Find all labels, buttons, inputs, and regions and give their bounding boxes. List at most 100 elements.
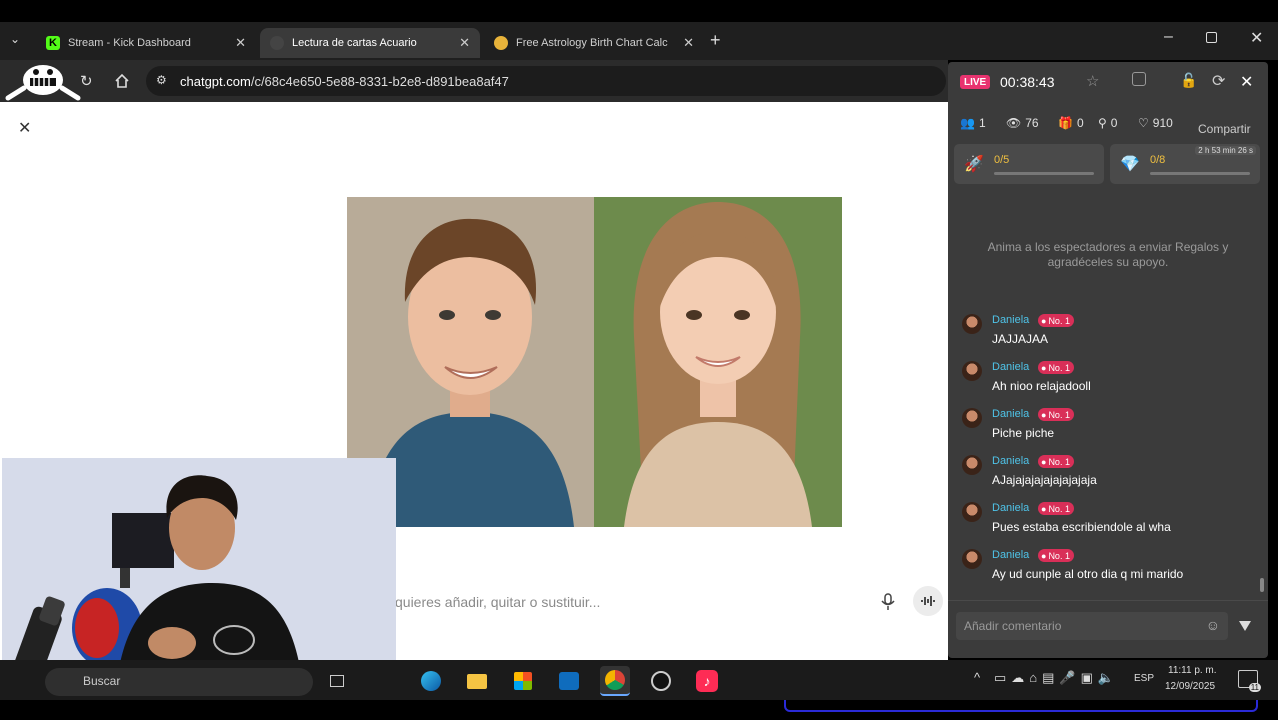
avatar[interactable]: [962, 549, 982, 569]
close-icon[interactable]: ✕: [18, 118, 31, 138]
rank-badge: ● No. 1: [1038, 502, 1074, 515]
outlook-icon[interactable]: [554, 666, 584, 696]
tab-lectura-cartas[interactable]: Lectura de cartas Acuario ✕: [260, 28, 480, 58]
tab-title: Stream - Kick Dashboard: [68, 37, 191, 49]
gift-icon: 🎁: [1058, 116, 1073, 130]
comment-author[interactable]: Daniela: [992, 408, 1029, 420]
lock-icon[interactable]: 🔓: [1180, 72, 1197, 89]
popout-icon[interactable]: [1132, 72, 1146, 86]
goal-card-2[interactable]: 2 h 53 min 26 s 💎 0/8: [1110, 144, 1260, 184]
send-icon[interactable]: [1238, 619, 1252, 633]
avatar[interactable]: [962, 314, 982, 334]
search-label: Buscar: [83, 674, 121, 688]
generated-image[interactable]: [347, 197, 842, 527]
share-button[interactable]: Compartir: [1198, 122, 1251, 136]
reload-icon[interactable]: ↻: [80, 72, 93, 90]
stream-timer: 00:38:43: [1000, 74, 1055, 90]
clock-date[interactable]: 12/09/2025: [1165, 681, 1215, 692]
chatgpt-icon: [270, 36, 284, 50]
notifications-button[interactable]: 11: [1238, 670, 1261, 692]
url-field[interactable]: ⚙ chatgpt.com/c/68c4e650-5e88-8331-b2e8-…: [146, 66, 946, 96]
avatar[interactable]: [962, 361, 982, 381]
gifts-count: 0: [1076, 116, 1084, 130]
tab-astrology-chart[interactable]: Free Astrology Birth Chart Calc ✕: [484, 28, 704, 58]
refresh-icon[interactable]: ⟳: [1212, 71, 1225, 91]
fan-badge-icon: ●: [1041, 362, 1047, 373]
fan-badge-icon: ●: [1041, 550, 1047, 561]
avatar[interactable]: [962, 455, 982, 475]
voice-wave-icon: [921, 596, 935, 606]
comment-author[interactable]: Daniela: [992, 502, 1029, 514]
chat-scrollbar[interactable]: [1260, 578, 1264, 592]
avatar[interactable]: [962, 502, 982, 522]
stream-frame-outline: [784, 700, 1258, 712]
users-icon: 👥: [960, 116, 975, 130]
close-window-icon[interactable]: ✕: [1250, 28, 1263, 48]
avatar[interactable]: [962, 408, 982, 428]
streamer-logo-icon: [5, 65, 81, 101]
fan-badge-icon: ●: [1041, 456, 1047, 467]
rank-badge: ● No. 1: [1038, 361, 1074, 374]
notification-count: 11: [1248, 683, 1261, 692]
top-black-strip: [0, 0, 1278, 22]
comment-input-area: Añadir comentario ☺: [948, 600, 1268, 658]
url-domain: chatgpt.com: [180, 73, 251, 89]
comment-placeholder: Añadir comentario: [964, 619, 1062, 633]
rank-badge: ● No. 1: [1038, 549, 1074, 562]
goal-card-1[interactable]: 🚀 0/5: [954, 144, 1104, 184]
rank-badge-label: No. 1: [1048, 362, 1070, 373]
chrome-icon[interactable]: [600, 666, 630, 696]
clock-time[interactable]: 11:11 p. m.: [1168, 665, 1217, 676]
star-icon[interactable]: ☆: [1086, 72, 1099, 90]
restore-window-icon[interactable]: [1206, 32, 1217, 43]
show-hidden-icons-chevron[interactable]: ^: [974, 670, 980, 685]
obs-icon[interactable]: [646, 666, 676, 696]
tiktok-icon[interactable]: ♪: [692, 666, 722, 696]
comment-text: Ah nioo relajadooll: [992, 379, 1091, 393]
composer-input[interactable]: quieres añadir, quitar o sustituir...: [395, 594, 600, 610]
goal-2-timer: 2 h 53 min 26 s: [1195, 146, 1256, 155]
tab-kick-dashboard[interactable]: K Stream - Kick Dashboard ✕: [36, 28, 256, 58]
browser-tab-bar: ⌄ K Stream - Kick Dashboard ✕ Lectura de…: [0, 22, 1278, 60]
fan-badge-icon: ●: [1041, 315, 1047, 326]
file-explorer-icon[interactable]: [462, 666, 492, 696]
views-count: 76: [1025, 116, 1039, 130]
close-tab-icon[interactable]: ✕: [459, 35, 470, 51]
live-badge: LIVE: [960, 75, 991, 89]
comment-author[interactable]: Daniela: [992, 549, 1029, 561]
minimize-window-icon[interactable]: –: [1164, 28, 1173, 46]
bottom-black-strip: [0, 700, 1278, 720]
webcam-overlay: [2, 458, 396, 680]
gifts-stat: 🎁 0: [1058, 116, 1084, 130]
site-settings-icon[interactable]: ⚙: [156, 73, 167, 87]
microphone-icon[interactable]: [881, 593, 895, 611]
viewer-users-stat: 👥 1: [960, 116, 986, 130]
taskbar-search[interactable]: Buscar: [45, 668, 313, 696]
close-tab-icon[interactable]: ✕: [235, 35, 246, 51]
comment-author[interactable]: Daniela: [992, 361, 1029, 373]
rank-badge: ● No. 1: [1038, 455, 1074, 468]
comment-input[interactable]: Añadir comentario ☺: [956, 612, 1228, 640]
language-indicator[interactable]: ESP: [1134, 673, 1154, 684]
microsoft-store-icon[interactable]: [508, 666, 538, 696]
new-tab-plus-icon[interactable]: +: [710, 30, 721, 51]
chat-composer[interactable]: quieres añadir, quitar o sustituir...: [395, 580, 945, 626]
task-view-icon[interactable]: [322, 666, 352, 696]
rank-badge-label: No. 1: [1048, 409, 1070, 420]
comment-author[interactable]: Daniela: [992, 314, 1029, 326]
close-panel-icon[interactable]: ✕: [1240, 72, 1253, 92]
close-tab-icon[interactable]: ✕: [683, 35, 694, 51]
voice-mode-button[interactable]: [913, 586, 943, 616]
tray-icons[interactable]: ▭☁⌂▤🎤▣🔈: [994, 670, 1119, 686]
emoji-icon[interactable]: ☺: [1206, 617, 1220, 633]
edge-icon[interactable]: [416, 666, 446, 696]
views-stat: 👁 76: [1006, 116, 1039, 130]
comment-author[interactable]: Daniela: [992, 455, 1029, 467]
tab-title: Free Astrology Birth Chart Calc: [516, 37, 668, 49]
fan-badge-icon: ●: [1041, 409, 1047, 420]
shares-stat: ⚲ 0: [1098, 116, 1117, 130]
heart-icon: ♡: [1138, 116, 1149, 130]
likes-stat: ♡ 910: [1138, 116, 1173, 130]
tab-list-chevron-icon[interactable]: ⌄: [10, 32, 20, 46]
home-icon[interactable]: [114, 73, 130, 89]
